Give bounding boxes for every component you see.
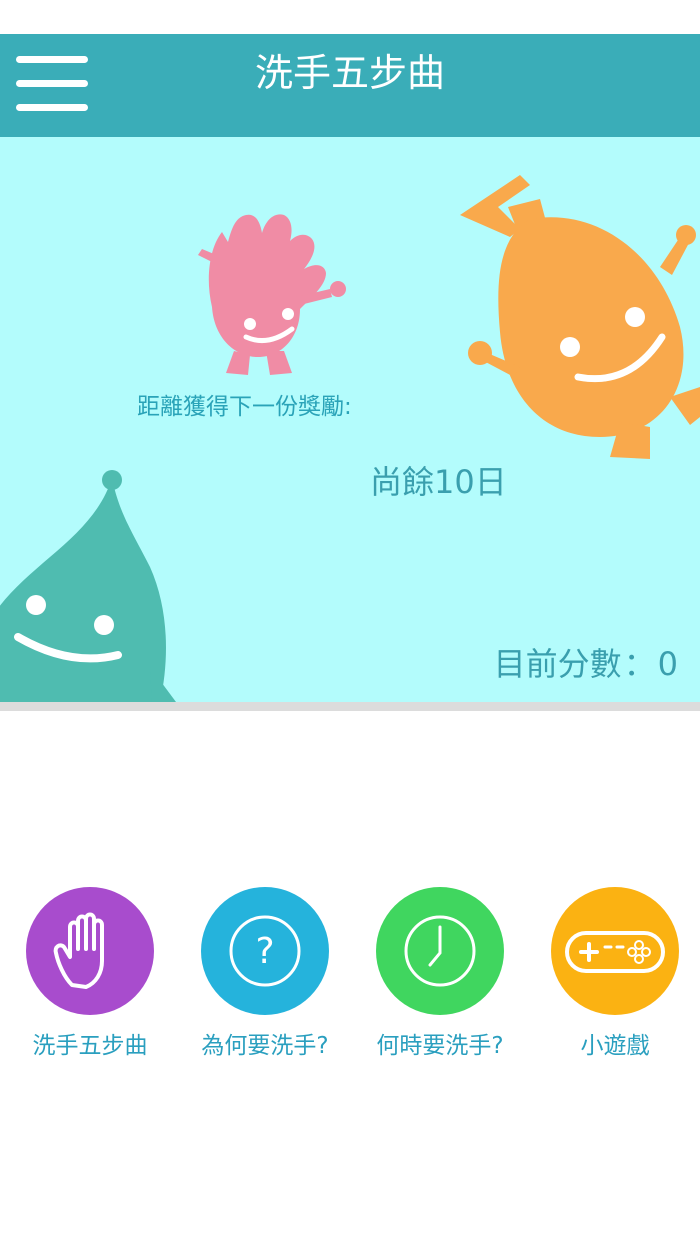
reward-label: 距離獲得下一份獎勵: xyxy=(137,394,352,420)
pink-hand-mascot xyxy=(198,214,346,375)
score-value: 0 xyxy=(657,645,678,683)
score-display: 目前分數：0 xyxy=(494,642,678,686)
menu-line xyxy=(16,104,88,111)
hand-button-circle[interactable] xyxy=(26,887,154,1015)
clock-button-circle[interactable] xyxy=(376,887,504,1015)
days-left-text: 尚餘10日 xyxy=(370,463,507,501)
menu-label-hand-washing-steps: 洗手五步曲 xyxy=(32,1033,148,1059)
score-label: 目前分數 xyxy=(493,645,622,683)
nav-bar: 洗手五步曲 xyxy=(0,34,700,137)
menu-button-hand-washing-steps[interactable]: 洗手五步曲 xyxy=(2,887,178,1063)
menu-button-mini-game[interactable]: 小遊戲 xyxy=(527,887,700,1063)
question-button-circle[interactable]: ? xyxy=(201,887,329,1015)
menu-label-when-wash: 何時要洗手? xyxy=(376,1033,504,1059)
score-separator: ： xyxy=(623,645,656,683)
menu-button-why-wash[interactable]: ? 為何要洗手? xyxy=(177,887,353,1063)
svg-text:?: ? xyxy=(255,931,274,972)
hero-divider xyxy=(0,702,700,711)
gamepad-icon xyxy=(565,931,665,973)
hand-icon xyxy=(53,912,104,989)
teal-drop-mascot xyxy=(0,470,176,702)
menu-label-why-wash: 為何要洗手? xyxy=(201,1033,329,1059)
page-title: 洗手五步曲 xyxy=(254,51,445,95)
clock-icon xyxy=(404,915,476,987)
status-bar xyxy=(0,0,700,34)
orange-soap-mascot xyxy=(460,175,700,459)
question-icon: ? xyxy=(229,915,301,987)
menu-label-mini-game: 小遊戲 xyxy=(580,1033,650,1059)
menu-button-when-wash[interactable]: 何時要洗手? xyxy=(352,887,528,1063)
gamepad-button-circle[interactable] xyxy=(551,887,679,1015)
